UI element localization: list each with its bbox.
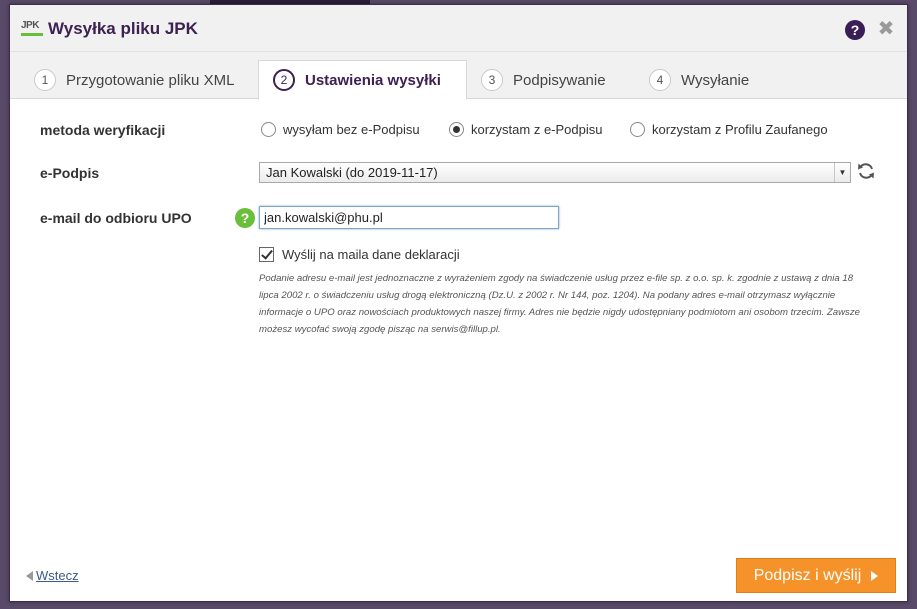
back-link-label: Wstecz — [36, 568, 79, 583]
play-arrow-icon — [871, 570, 879, 581]
tab-number: 2 — [273, 69, 295, 91]
tab-number: 3 — [481, 69, 503, 91]
back-link[interactable]: Wstecz — [26, 568, 79, 583]
submit-label: Podpisz i wyślij — [753, 566, 862, 584]
question-icon[interactable]: ? — [235, 208, 255, 228]
jpk-logo-bar — [21, 33, 43, 36]
radio-circle[interactable] — [630, 122, 645, 137]
radio-profil-zaufany[interactable]: korzystam z Profilu Zaufanego — [630, 122, 828, 137]
consent-disclaimer: Podanie adresu e-mail jest jednoznaczne … — [259, 273, 860, 335]
epodpis-select[interactable]: Jan Kowalski (do 2019-11-17) ▼ — [259, 162, 851, 183]
radio-label: wysyłam bez e-Podpisu — [283, 122, 420, 137]
tab-number: 4 — [649, 69, 671, 91]
radio-circle[interactable] — [261, 122, 276, 137]
tab-podpisywanie[interactable]: 3 Podpisywanie — [481, 60, 606, 100]
sign-and-send-button[interactable]: Podpisz i wyślij — [736, 558, 896, 593]
tab-label: Przygotowanie pliku XML — [66, 71, 235, 89]
tab-label: Wysyłanie — [681, 71, 750, 89]
radio-circle-checked[interactable] — [449, 122, 464, 137]
tab-label: Ustawienia wysyłki — [305, 71, 441, 89]
radio-label: korzystam z Profilu Zaufanego — [652, 122, 828, 137]
wizard-tabs: 1 Przygotowanie pliku XML 2 Ustawienia w… — [10, 52, 907, 100]
radio-z-epodpisem[interactable]: korzystam z e-Podpisu — [449, 122, 603, 137]
help-icon[interactable]: ? — [845, 20, 865, 40]
dialog-titlebar: JPK Wysyłka pliku JPK ? ✖ — [10, 5, 907, 52]
close-icon[interactable]: ✖ — [876, 18, 896, 40]
tab-ustawienia[interactable]: 2 Ustawienia wysyłki — [258, 60, 467, 100]
radio-label: korzystam z e-Podpisu — [471, 122, 603, 137]
triangle-left-icon — [26, 570, 33, 581]
email-input[interactable] — [259, 206, 559, 229]
dialog-title: Wysyłka pliku JPK — [48, 19, 198, 38]
tab-wysylanie[interactable]: 4 Wysyłanie — [649, 60, 749, 100]
jpk-send-dialog: JPK Wysyłka pliku JPK ? ✖ 1 Przygotowani… — [9, 4, 908, 602]
tab-label: Podpisywanie — [513, 71, 606, 89]
jpk-logo: JPK — [21, 19, 43, 39]
tab-number: 1 — [34, 69, 56, 91]
tab-przygotowanie[interactable]: 1 Przygotowanie pliku XML — [34, 60, 234, 100]
epodpis-label: e-Podpis — [40, 165, 100, 181]
epodpis-selected-value: Jan Kowalski (do 2019-11-17) — [266, 165, 438, 180]
checkbox-label: Wyślij na maila dane deklaracji — [282, 247, 460, 262]
radio-bez-epodpisu[interactable]: wysyłam bez e-Podpisu — [261, 122, 420, 137]
chevron-down-icon[interactable]: ▼ — [834, 163, 850, 182]
send-data-checkbox[interactable] — [259, 247, 274, 262]
verification-label: metoda weryfikacji — [40, 122, 166, 138]
email-label: e-mail do odbioru UPO — [40, 210, 192, 226]
jpk-logo-text: JPK — [21, 20, 39, 31]
send-data-checkbox-row[interactable]: Wyślij na maila dane deklaracji — [259, 247, 460, 262]
refresh-icon[interactable] — [856, 161, 876, 181]
